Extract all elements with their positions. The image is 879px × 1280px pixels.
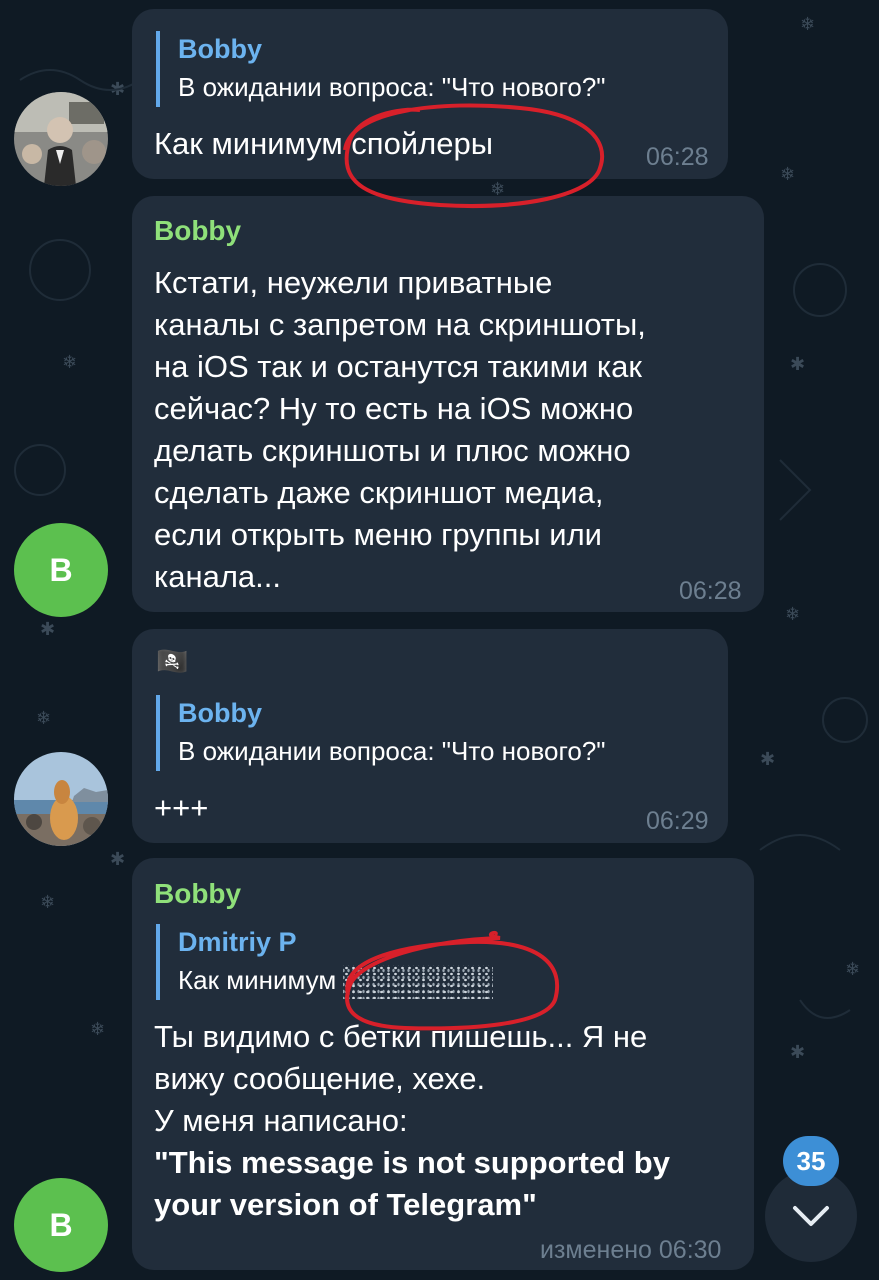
message-time: 06:28	[679, 577, 742, 605]
message-text: +++	[154, 790, 209, 825]
message-line: У меня написано:	[154, 1103, 408, 1138]
message-time: изменено 06:30	[540, 1236, 722, 1264]
message-line-bold: your version of Telegram"	[154, 1187, 537, 1222]
svg-text:❄: ❄	[90, 1019, 105, 1040]
user-avatar-letter[interactable]: B	[14, 523, 108, 617]
svg-text:✱: ✱	[790, 1042, 805, 1063]
message-bubble-1[interactable]: Bobby В ожидании вопроса: "Что нового?" …	[132, 9, 728, 179]
reply-quote[interactable]: Bobby В ожидании вопроса: "Что нового?"	[156, 31, 606, 107]
unread-count-badge: 35	[783, 1136, 839, 1186]
message-text: Кстати, неужели приватные каналы с запре…	[154, 262, 646, 598]
svg-text:❄: ❄	[40, 892, 55, 913]
svg-text:❄: ❄	[36, 708, 51, 729]
sender-name[interactable]: Bobby	[154, 215, 241, 247]
reply-sender-name: Bobby	[178, 34, 262, 64]
message-text: Как минимум спойлеры	[154, 126, 493, 161]
message-time: 06:28	[646, 143, 709, 171]
message-bubble-4[interactable]: Bobby Dmitriy P Как минимум Ты видимо с …	[132, 858, 754, 1270]
svg-text:❄: ❄	[785, 604, 800, 625]
message-bubble-3[interactable]: 🏴‍☠️ Bobby В ожидании вопроса: "Что ново…	[132, 629, 728, 843]
message-line: каналы с запретом на скриншоты,	[154, 307, 646, 342]
chevron-down-icon	[793, 1206, 829, 1226]
svg-text:❄: ❄	[800, 14, 815, 35]
user-avatar-photo[interactable]	[14, 92, 108, 186]
svg-text:❄: ❄	[62, 352, 77, 373]
message-line: канала...	[154, 559, 282, 594]
spoiler-overlay[interactable]	[343, 965, 494, 1000]
svg-text:✱: ✱	[110, 849, 125, 870]
svg-text:❄: ❄	[780, 164, 795, 185]
svg-text:❄: ❄	[845, 959, 860, 980]
message-line: сделать даже скриншот медиа,	[154, 475, 604, 510]
message-line: если открыть меню группы или	[154, 517, 602, 552]
svg-text:✱: ✱	[790, 354, 805, 375]
message-line: Ты видимо с бетки пишешь... Я не	[154, 1019, 648, 1054]
message-line-bold: "This message is not supported by	[154, 1145, 670, 1180]
reply-preview-text: В ожидании вопроса: "Что нового?"	[178, 736, 606, 766]
svg-text:✱: ✱	[760, 749, 775, 770]
message-text: Ты видимо с бетки пишешь... Я не вижу со…	[154, 1016, 670, 1226]
reply-preview-line: Как минимум	[178, 960, 494, 1000]
user-avatar-letter[interactable]: B	[14, 1178, 108, 1272]
pirate-flag-icon: 🏴‍☠️	[156, 647, 189, 677]
reply-quote[interactable]: Bobby В ожидании вопроса: "Что нового?"	[156, 695, 606, 771]
reply-preview-text: В ожидании вопроса: "Что нового?"	[178, 72, 606, 102]
message-line: делать скриншоты и плюс можно	[154, 433, 631, 468]
message-line: вижу сообщение, хехе.	[154, 1061, 486, 1096]
sender-name[interactable]: Bobby	[154, 878, 241, 910]
user-avatar-photo[interactable]	[14, 752, 108, 846]
message-line: сейчас? Ну то есть на iOS можно	[154, 391, 634, 426]
reply-quote[interactable]: Dmitriy P Как минимум	[156, 924, 494, 1000]
message-line: на iOS так и останутся такими как	[154, 349, 642, 384]
reply-sender-name: Bobby	[178, 698, 262, 728]
svg-text:✱: ✱	[40, 619, 55, 640]
reply-preview-text: Как минимум	[178, 965, 337, 995]
message-bubble-2[interactable]: Bobby Кстати, неужели приватные каналы с…	[132, 196, 764, 612]
reply-sender-name: Dmitriy P	[178, 927, 297, 957]
message-time: 06:29	[646, 807, 709, 835]
message-line: Кстати, неужели приватные	[154, 265, 553, 300]
